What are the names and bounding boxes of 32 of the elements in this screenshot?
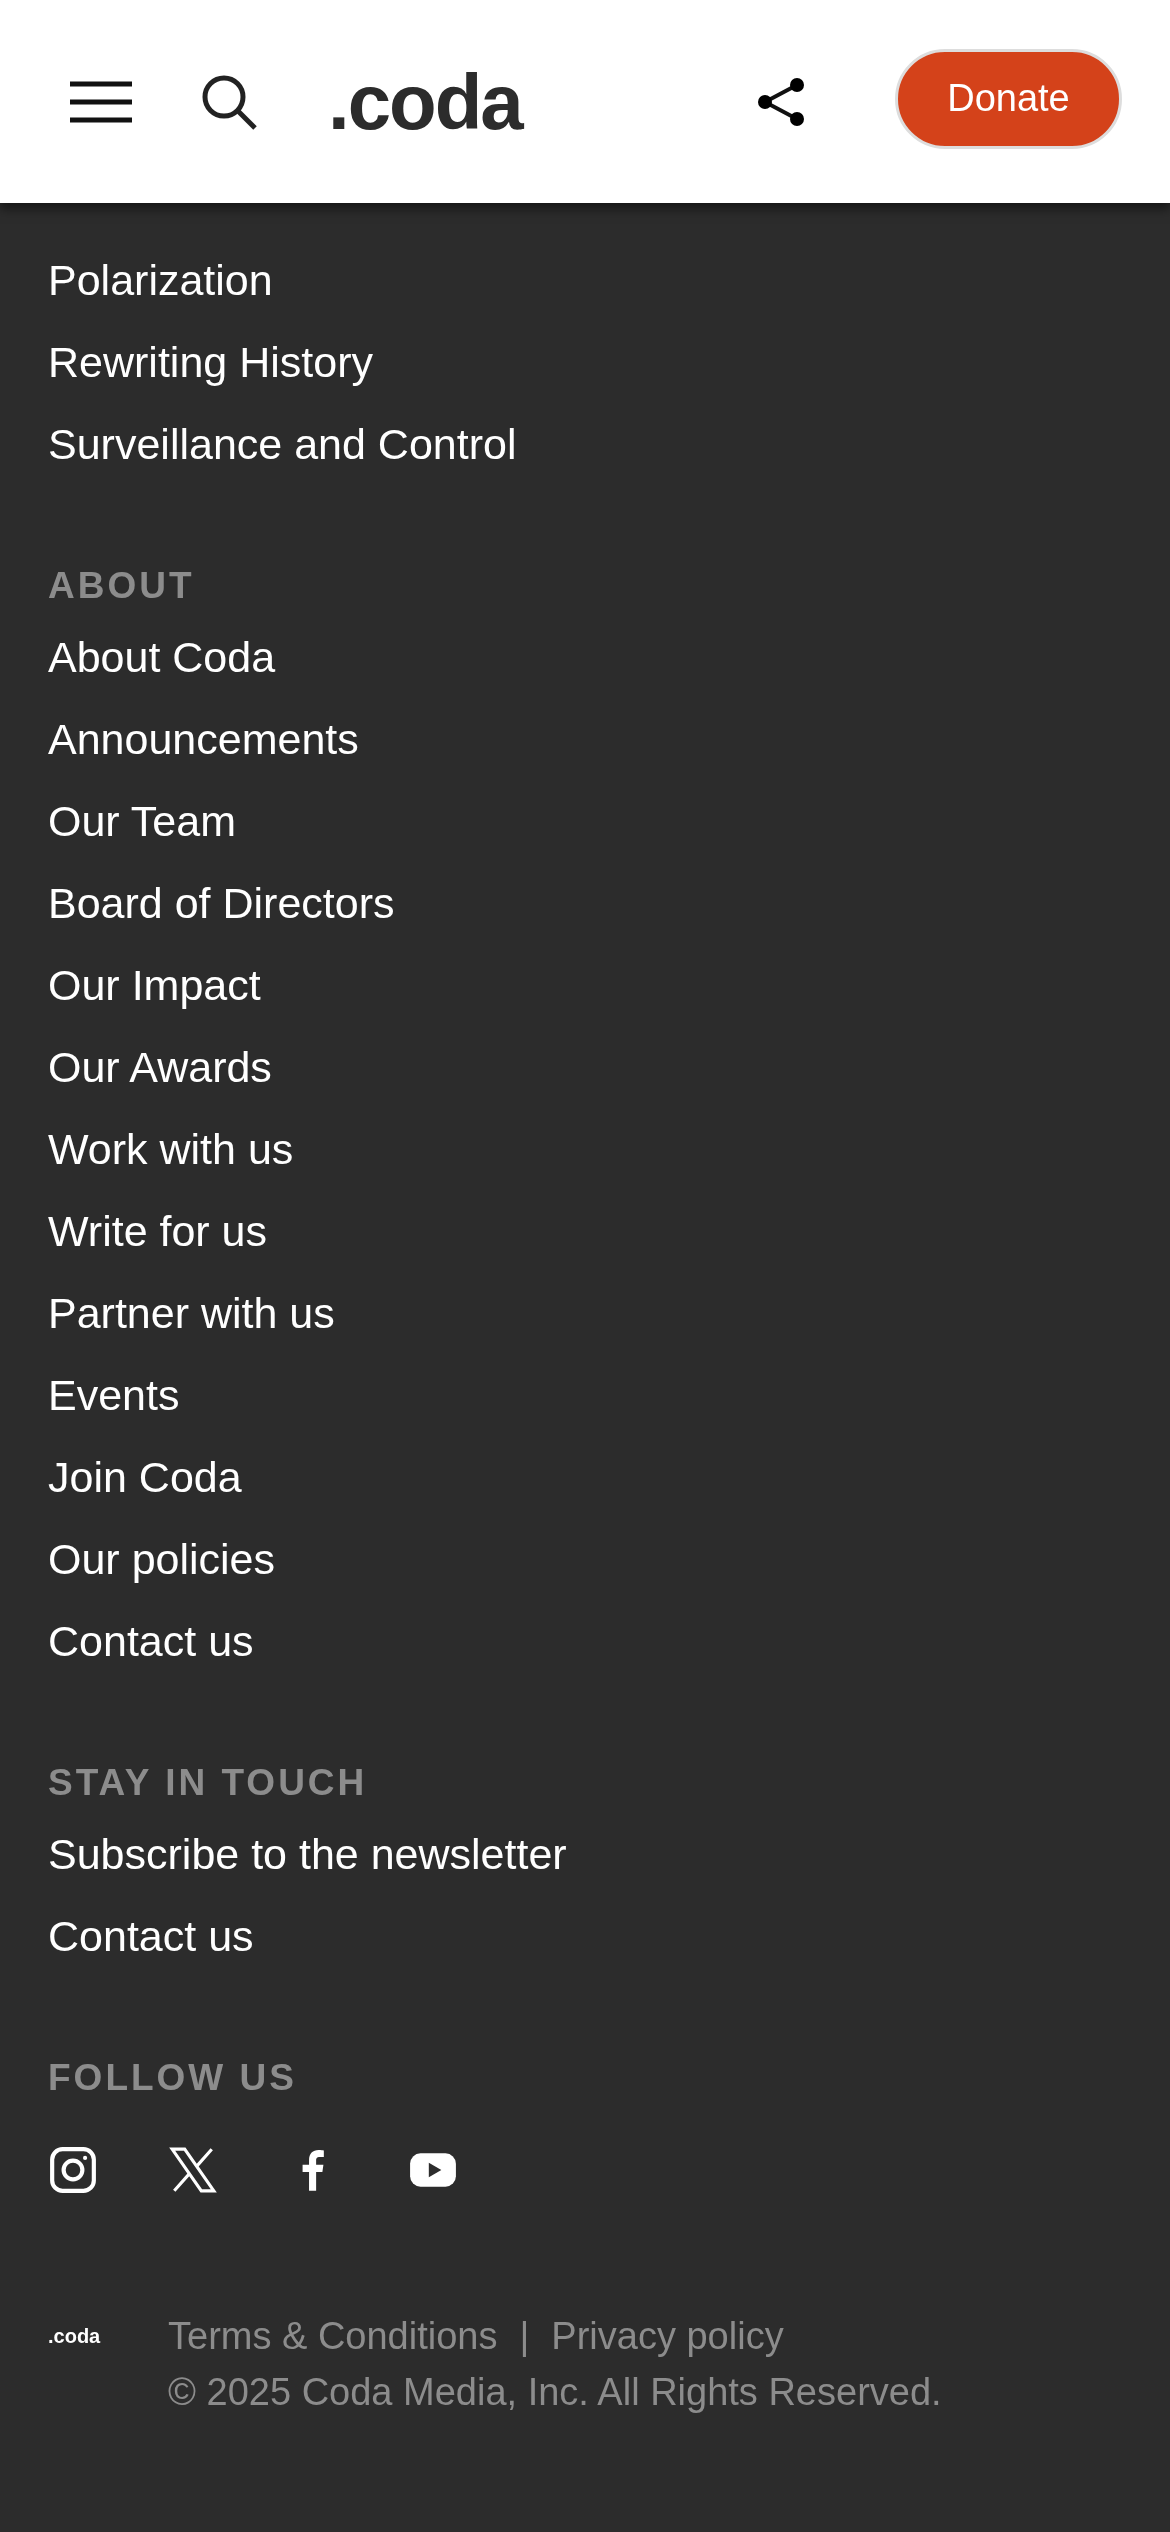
footer-link[interactable]: Subscribe to the newsletter [48, 1813, 567, 1895]
footer-link[interactable]: Our Impact [48, 944, 261, 1026]
menu-icon[interactable] [70, 79, 132, 124]
section-heading: STAY IN TOUCH [48, 1761, 369, 1805]
footer-link[interactable]: Rewriting History [48, 321, 373, 403]
copyright-text: © 2025 Coda Media, Inc. All Rights Reserved. [168, 2370, 942, 2415]
footer-link[interactable]: Write for us [48, 1190, 268, 1272]
footer-link[interactable]: Our policies [48, 1518, 276, 1600]
footer-logo[interactable]: .coda [48, 2308, 168, 2364]
footer-link[interactable]: Contact us [48, 1895, 254, 1977]
footer-link[interactable]: Polarization [48, 239, 273, 321]
instagram-icon[interactable] [48, 2145, 98, 2195]
section-heading: FOLLOW US [48, 2056, 298, 2100]
footer-link[interactable]: Board of Directors [48, 862, 395, 944]
footer-link[interactable]: Work with us [48, 1108, 294, 1190]
donate-button[interactable]: Donate [895, 48, 1122, 149]
footer-link[interactable]: Contact us [48, 1600, 254, 1682]
link-separator: | [519, 2314, 530, 2359]
footer-link[interactable]: Announcements [48, 698, 359, 780]
footer-link[interactable]: Partner with us [48, 1272, 335, 1354]
footer-link[interactable]: Our Team [48, 780, 236, 862]
terms-link[interactable]: Terms & Conditions [168, 2308, 498, 2364]
footer-link[interactable]: About Coda [48, 616, 276, 698]
footer-link[interactable]: Join Coda [48, 1436, 242, 1518]
section-heading: ABOUT [48, 564, 196, 608]
footer-link[interactable]: Events [48, 1354, 180, 1436]
share-icon[interactable] [755, 75, 807, 128]
x-logo-icon[interactable] [168, 2145, 218, 2195]
privacy-link[interactable]: Privacy policy [551, 2308, 784, 2364]
footer-link[interactable]: Our Awards [48, 1026, 272, 1108]
site-logo[interactable]: .coda [328, 62, 522, 141]
footer-link[interactable]: Surveillance and Control [48, 403, 517, 485]
